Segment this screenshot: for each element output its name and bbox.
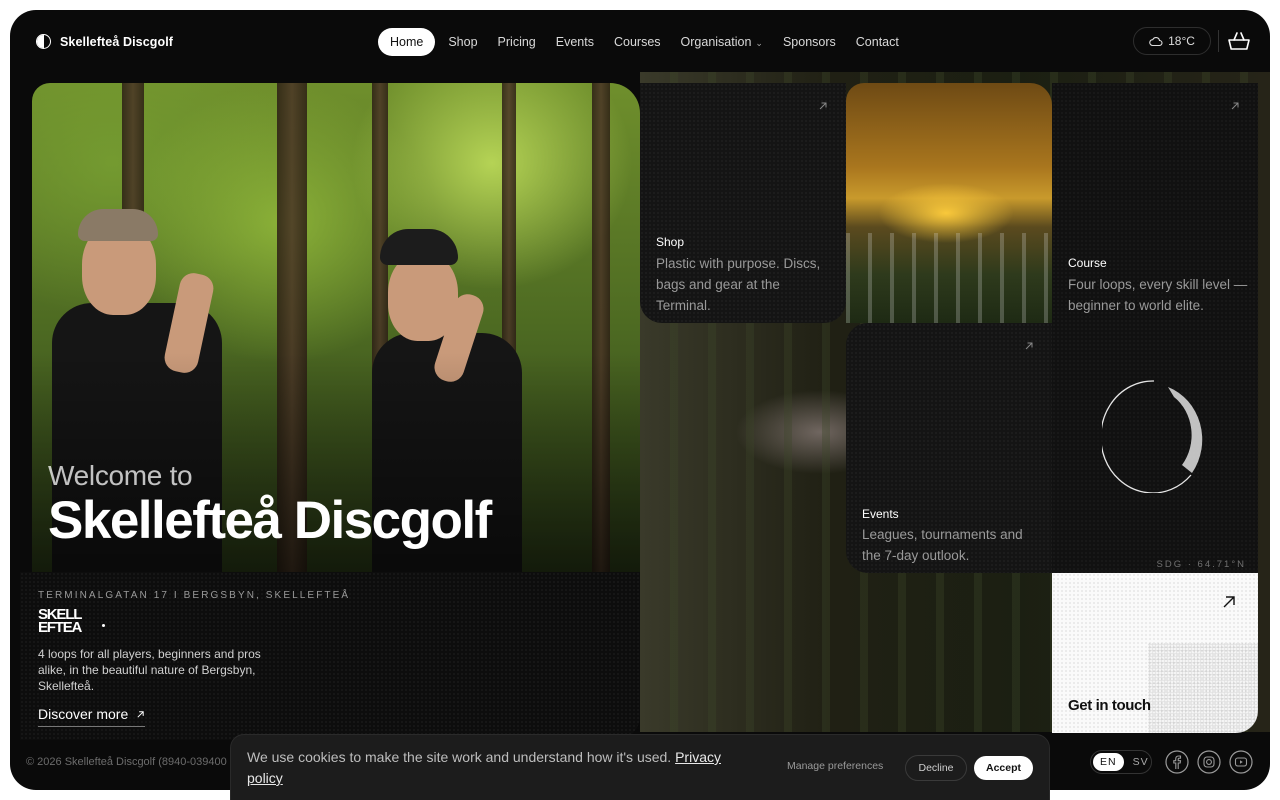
course-loop-ring-icon (1102, 380, 1203, 493)
shop-tile-description: Plastic with purpose. Discs, bags and ge… (656, 256, 821, 313)
info-panel: TERMINALGATAN 17 I BERGSBYN, SKELLEFTEÅ … (20, 572, 640, 740)
instagram-icon[interactable] (1197, 750, 1221, 774)
arrow-up-right-icon (1231, 102, 1239, 110)
youtube-icon[interactable] (1229, 750, 1253, 774)
nav-item-home[interactable]: Home (378, 28, 436, 56)
skelleftea-wordmark: SKELL EFTEA (38, 607, 82, 636)
arrow-up-right-icon (819, 102, 827, 110)
contact-tile-label: Get in touch (1068, 697, 1151, 714)
events-tile-label: Events (862, 507, 899, 521)
basket-icon[interactable] (1227, 29, 1251, 53)
baskets-photo-tile (846, 83, 1052, 323)
discover-more-label: Discover more (38, 706, 129, 722)
course-tile-description: Four loops, every skill level — beginner… (1068, 277, 1248, 313)
main-nav: Home Shop Pricing Events Courses Organis… (378, 28, 906, 56)
discover-more-link[interactable]: Discover more (38, 706, 146, 727)
nav-item-courses[interactable]: Courses (607, 28, 668, 56)
page-frame: Skellefteå Discgolf Home Shop Pricing Ev… (10, 10, 1270, 790)
accept-button[interactable]: Accept (974, 756, 1033, 780)
course-tile-label: Course (1068, 256, 1107, 270)
course-tile[interactable]: Course Four loops, every skill level — b… (1052, 83, 1258, 573)
language-switcher: EN SV (1090, 750, 1152, 774)
facebook-icon[interactable] (1165, 750, 1189, 774)
shop-tile-label: Shop (656, 235, 685, 249)
cookie-message: We use cookies to make the site work and… (247, 747, 747, 789)
nav-item-organisation[interactable]: Organisation ⌄ (674, 28, 770, 56)
nav-item-sponsors[interactable]: Sponsors (776, 28, 843, 56)
nav-item-events[interactable]: Events (549, 28, 601, 56)
events-tile-description: Leagues, tournaments and the 7-day outlo… (862, 527, 1023, 563)
decline-button[interactable]: Decline (905, 755, 967, 781)
cookie-banner: We use cookies to make the site work and… (230, 734, 1050, 800)
lang-option-en[interactable]: EN (1093, 753, 1124, 771)
chevron-down-icon: ⌄ (755, 38, 763, 48)
arrow-up-right-icon (1025, 342, 1033, 350)
shop-tile[interactable]: Shop Plastic with purpose. Discs, bags a… (640, 83, 846, 323)
nav-item-pricing[interactable]: Pricing (491, 28, 543, 56)
hero-title: Skellefteå Discgolf (48, 491, 492, 550)
cookie-message-text: We use cookies to make the site work and… (247, 749, 672, 765)
copyright-text: © 2026 Skellefteå Discgolf (8940-039400 (26, 756, 227, 768)
arrow-up-right-icon (1223, 596, 1235, 608)
manage-preferences-link[interactable]: Manage preferences (787, 760, 883, 772)
nav-item-shop[interactable]: Shop (441, 28, 484, 56)
weather-temperature: 18°C (1168, 34, 1195, 48)
header-divider (1218, 30, 1219, 52)
address-text: TERMINALGATAN 17 I BERGSBYN, SKELLEFTEÅ (38, 590, 351, 601)
contact-tile[interactable]: Get in touch (1052, 573, 1258, 733)
info-description: 4 loops for all players, beginners and p… (38, 647, 261, 693)
wordmark-line: EFTEA (38, 619, 82, 636)
arrow-up-right-icon (137, 710, 144, 718)
nav-item-organisation-label: Organisation (680, 35, 752, 49)
hero-welcome: Welcome to (48, 460, 193, 491)
wordmark-dot (102, 624, 105, 627)
brand-name: Skellefteå Discgolf (60, 34, 174, 49)
cloud-icon (1149, 37, 1163, 47)
nav-item-contact[interactable]: Contact (849, 28, 906, 56)
weather-widget: 18°C (1133, 27, 1211, 55)
brand-logo[interactable]: Skellefteå Discgolf (36, 34, 173, 49)
lang-option-sv[interactable]: SV (1126, 753, 1156, 771)
course-coordinates: SDG · 64.71°N (1156, 559, 1246, 570)
events-tile[interactable]: Events Leagues, tournaments and the 7-da… (846, 323, 1052, 573)
half-circle-logo-icon (36, 34, 51, 49)
